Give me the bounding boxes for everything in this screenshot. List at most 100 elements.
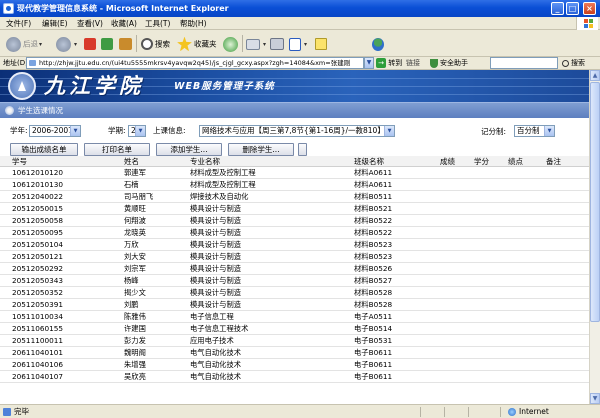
minimize-button[interactable]: _ — [551, 2, 564, 15]
term-select[interactable]: 2 ▼ — [128, 125, 146, 137]
refresh-icon — [101, 38, 113, 50]
mail-button[interactable]: ▾ — [246, 34, 266, 53]
table-row[interactable]: 20511060155 许建国 电子信息工程技术 电子B0514 — [0, 323, 589, 335]
chevron-down-icon: ▼ — [135, 126, 145, 136]
table-row[interactable]: 20512050121 刘大安 模具设计与制造 材料B0523 — [0, 251, 589, 263]
menu-bar: 文件(F) 编辑(E) 查看(V) 收藏(A) 工具(T) 帮助(H) — [0, 17, 600, 30]
links-button[interactable]: 链接 — [406, 58, 420, 69]
ie-app-icon — [3, 3, 14, 14]
page-content: 九江学院 WEB服务管理子系统 学生选课情况 学年: 2006-2007 ▼ 学期… — [0, 70, 589, 404]
search-box[interactable] — [490, 57, 558, 69]
close-button[interactable]: × — [583, 2, 596, 15]
table-row[interactable]: 20512050343 杨峰 模具设计与制造 材料B0527 — [0, 275, 589, 287]
college-name: 九江学院 — [44, 73, 144, 98]
table-row[interactable]: 20512040022 司马朋飞 焊接技术及自动化 材料B0511 — [0, 191, 589, 203]
table-header: 学号 姓名 专业名称 班级名称 成绩 学分 绩点 备注 — [0, 156, 589, 167]
favorites-button[interactable]: 收藏夹 — [177, 34, 217, 53]
term-label: 学期: — [108, 126, 126, 135]
col-credit: 学分 — [474, 157, 489, 166]
forward-arrow-icon — [56, 36, 71, 52]
table-row[interactable]: 20512050391 刘鹏 模具设计与制造 材料B0528 — [0, 299, 589, 311]
col-name: 姓名 — [124, 157, 139, 166]
extra-button[interactable] — [298, 143, 307, 156]
star-icon — [177, 36, 192, 52]
table-row[interactable]: 20512050104 万欣 模具设计与制造 材料B0523 — [0, 239, 589, 251]
status-separator — [444, 407, 445, 417]
grading-select[interactable]: 百分制 ▼ — [514, 125, 555, 137]
discuss-button[interactable] — [315, 34, 329, 53]
remove-student-button[interactable]: 删除学生... — [228, 143, 294, 156]
menu-tools[interactable]: 工具(T) — [145, 18, 170, 29]
table-row[interactable]: 10612010120 郭連军 材料成型及控制工程 材料A0611 — [0, 167, 589, 179]
col-student-id: 学号 — [12, 157, 27, 166]
note-icon — [315, 38, 327, 50]
search-submit-button[interactable]: 搜索 — [562, 58, 585, 69]
search-button[interactable]: 搜索 — [141, 34, 170, 53]
table-row[interactable]: 20611040106 朱增强 电气自动化技术 电子B0611 — [0, 359, 589, 371]
table-row[interactable]: 10511010034 陈雅伟 电子信息工程 电子A0511 — [0, 311, 589, 323]
toolbar-separator — [242, 35, 243, 52]
chevron-down-icon: ▼ — [384, 126, 394, 136]
status-text: 完毕 — [14, 407, 29, 416]
table-row[interactable]: 20512050015 黄顺旺 模具设计与制造 材料B0521 — [0, 203, 589, 215]
table-row[interactable]: 20512050095 龙晓英 模具设计与制造 材料B0522 — [0, 227, 589, 239]
refresh-button[interactable] — [101, 34, 115, 53]
search-icon — [141, 38, 153, 50]
section-header: 学生选课情况 — [0, 102, 589, 118]
scroll-up-icon[interactable]: ▲ — [590, 70, 600, 81]
section-title: 学生选课情况 — [18, 106, 63, 115]
scrollbar-thumb[interactable] — [590, 82, 600, 322]
home-icon — [119, 38, 132, 50]
home-button[interactable] — [119, 34, 134, 53]
college-logo-icon — [8, 72, 36, 100]
table-row[interactable]: 20611040107 吴欣亮 电气自动化技术 电子B0611 — [0, 371, 589, 383]
chevron-down-icon: ▾ — [39, 40, 43, 48]
stop-button[interactable] — [84, 34, 98, 53]
safety-assistant-button[interactable]: 安全助手 — [430, 58, 468, 69]
print-list-button[interactable]: 打印名单 — [84, 143, 150, 156]
windows-flag-icon — [576, 17, 598, 30]
messenger-button[interactable] — [372, 34, 386, 53]
url-input[interactable]: http://zhjw.jjtu.edu.cn/(ui4tu5555mkrsv4… — [26, 57, 364, 69]
back-button[interactable]: 后退▾ — [6, 34, 42, 53]
add-student-button[interactable]: 添加学生... — [156, 143, 222, 156]
menu-view[interactable]: 查看(V) — [77, 18, 103, 29]
table-row[interactable]: 20511100011 彭力发 应用电子技术 电子B0531 — [0, 335, 589, 347]
history-button[interactable] — [223, 34, 240, 53]
go-button[interactable]: → 转到 — [376, 57, 402, 69]
table-row[interactable]: 20512050058 何翔波 模具设计与制造 材料B0522 — [0, 215, 589, 227]
scroll-down-icon[interactable]: ▼ — [590, 393, 600, 404]
export-grades-button[interactable]: 输出成绩名单 — [10, 143, 78, 156]
maximize-button[interactable]: □ — [566, 2, 579, 15]
globe-icon — [508, 408, 516, 416]
col-remark: 备注 — [546, 157, 561, 166]
course-select[interactable]: 网络技术与应用【周三第7,8节{第1-16周}/一教810】 ▼ — [199, 125, 395, 137]
menu-edit[interactable]: 编辑(E) — [42, 18, 68, 29]
status-separator — [420, 407, 421, 417]
print-button[interactable] — [270, 34, 286, 53]
table-row[interactable]: 20512050352 揭少文 模具设计与制造 材料B0528 — [0, 287, 589, 299]
address-label: 地址(D) — [3, 59, 28, 67]
menu-help[interactable]: 帮助(H) — [180, 18, 207, 29]
address-bar: 地址(D) http://zhjw.jjtu.edu.cn/(ui4tu5555… — [0, 57, 600, 70]
back-arrow-icon — [6, 36, 21, 52]
window-title-bar: 现代教学管理信息系统 - Microsoft Internet Explorer… — [0, 0, 600, 17]
menu-file[interactable]: 文件(F) — [6, 18, 31, 29]
vertical-scrollbar[interactable]: ▲ ▼ — [589, 70, 600, 404]
col-score: 成绩 — [440, 157, 455, 166]
chevron-down-icon: ▾ — [74, 40, 78, 48]
chevron-down-icon[interactable]: ▼ — [364, 57, 374, 69]
go-arrow-icon: → — [376, 58, 386, 68]
system-subtitle: WEB服务管理子系统 — [174, 81, 275, 92]
year-label: 学年: — [10, 126, 28, 135]
menu-favorites[interactable]: 收藏(A) — [111, 18, 137, 29]
status-separator — [468, 407, 469, 417]
table-row[interactable]: 10612010130 石楠 材料成型及控制工程 材料A0611 — [0, 179, 589, 191]
gear-icon — [5, 106, 14, 115]
forward-button[interactable]: ▾ — [56, 34, 77, 53]
page-icon — [3, 408, 11, 416]
year-select[interactable]: 2006-2007 ▼ — [29, 125, 81, 137]
table-row[interactable]: 20611040101 魏明阁 电气自动化技术 电子B0611 — [0, 347, 589, 359]
edit-button[interactable]: ▾ — [289, 34, 307, 53]
table-row[interactable]: 20512050292 刘宗军 模具设计与制造 材料B0526 — [0, 263, 589, 275]
